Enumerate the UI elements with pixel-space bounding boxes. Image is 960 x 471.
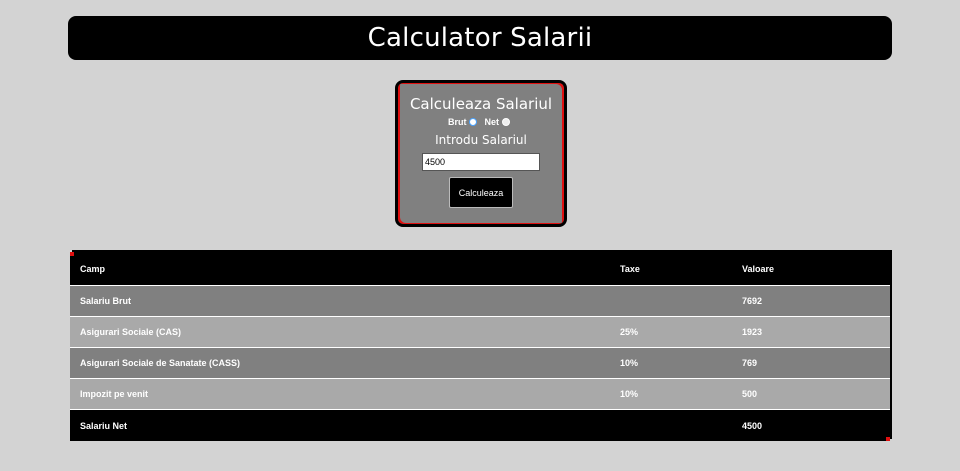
cell-valoare: 4500 bbox=[732, 409, 890, 441]
page-header: Calculator Salarii bbox=[68, 16, 892, 60]
cell-taxe: 10% bbox=[610, 378, 732, 410]
radio-brut-label: Brut bbox=[447, 117, 467, 127]
cell-camp: Asigurari Sociale (CAS) bbox=[70, 316, 610, 348]
cell-taxe bbox=[610, 409, 732, 441]
page-title: Calculator Salarii bbox=[367, 23, 593, 53]
salary-type-radio-group: Brut Net bbox=[398, 117, 564, 127]
table-row: Impozit pe venit 10% 500 bbox=[70, 378, 890, 410]
cell-camp: Salariu Net bbox=[70, 409, 610, 441]
corner-accent bbox=[886, 437, 890, 441]
corner-accent bbox=[70, 252, 74, 256]
results-table: Camp Taxe Valoare Salariu Brut 7692 Asig… bbox=[70, 252, 890, 441]
cell-taxe: 25% bbox=[610, 316, 732, 348]
radio-brut[interactable] bbox=[469, 118, 478, 126]
calculate-button[interactable]: Calculeaza bbox=[449, 177, 513, 208]
results-table-container: Camp Taxe Valoare Salariu Brut 7692 Asig… bbox=[70, 252, 890, 441]
radio-net[interactable] bbox=[502, 118, 510, 126]
radio-net-label: Net bbox=[484, 117, 499, 127]
table-row: Asigurari Sociale de Sanatate (CASS) 10%… bbox=[70, 347, 890, 379]
header-taxe: Taxe bbox=[610, 252, 732, 286]
cell-taxe: 10% bbox=[610, 347, 732, 379]
cell-valoare: 7692 bbox=[732, 285, 890, 317]
cell-camp: Asigurari Sociale de Sanatate (CASS) bbox=[70, 347, 610, 379]
cell-valoare: 1923 bbox=[732, 316, 890, 348]
header-camp: Camp bbox=[70, 252, 610, 286]
table-row-total: Salariu Net 4500 bbox=[70, 409, 890, 441]
cell-taxe bbox=[610, 285, 732, 317]
cell-camp: Impozit pe venit bbox=[70, 378, 610, 410]
cell-valoare: 769 bbox=[732, 347, 890, 379]
table-row: Asigurari Sociale (CAS) 25% 1923 bbox=[70, 316, 890, 348]
salary-input[interactable] bbox=[422, 153, 540, 171]
cell-valoare: 500 bbox=[732, 378, 890, 410]
cell-camp: Salariu Brut bbox=[70, 285, 610, 317]
header-valoare: Valoare bbox=[732, 252, 890, 286]
calculator-panel: Calculeaza Salariul Brut Net Introdu Sal… bbox=[395, 80, 567, 227]
table-row: Salariu Brut 7692 bbox=[70, 285, 890, 317]
salary-input-label: Introdu Salariul bbox=[435, 133, 527, 147]
table-header-row: Camp Taxe Valoare bbox=[70, 252, 890, 286]
calculator-title: Calculeaza Salariul bbox=[409, 95, 553, 113]
